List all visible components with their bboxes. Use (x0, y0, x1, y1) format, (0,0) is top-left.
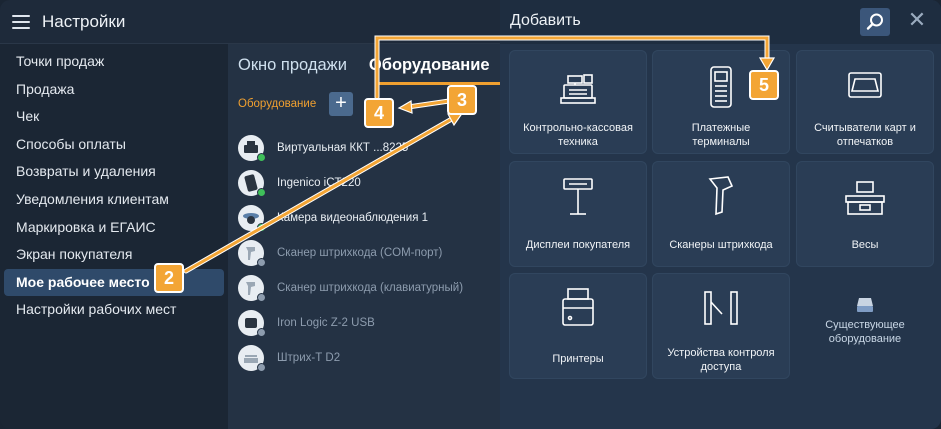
hard-drive-icon (857, 298, 873, 312)
menu-item-notifications[interactable]: Уведомления клиентам (4, 186, 224, 214)
menu-item-marking-egais[interactable]: Маркировка и ЕГАИС (4, 214, 224, 242)
workplace-tabs: Окно продажи Оборудование (238, 56, 512, 82)
menu-item-payment-methods[interactable]: Способы оплаты (4, 131, 224, 159)
equipment-list: Виртуальная ККТ ...8225 Ingenico iCT220 … (238, 130, 498, 375)
step-badge-3: 3 (447, 85, 477, 115)
list-item[interactable]: Сканер штрихкода (клавиатурный) (238, 270, 498, 305)
tile-payment-terminals[interactable]: Платежные терминалы (652, 50, 790, 154)
device-name: Виртуальная ККТ ...8225 (277, 141, 409, 154)
tile-label: Принтеры (552, 353, 604, 365)
search-icon (866, 13, 883, 30)
tile-access-control[interactable]: Устройства контроля доступа (652, 273, 790, 379)
card-reader-icon (848, 72, 882, 98)
tile-card-readers[interactable]: Считыватели карт и отпечатков (796, 50, 934, 154)
tile-customer-displays[interactable]: Дисплеи покупателя (509, 161, 647, 267)
tab-equipment[interactable]: Оборудование (369, 56, 490, 75)
device-name: Сканер штрихкода (COM-порт) (277, 246, 443, 259)
customer-display-icon (563, 178, 593, 215)
card-reader-icon (238, 309, 266, 337)
printer-icon (562, 288, 594, 326)
top-bar: Настройки (0, 0, 500, 44)
menu-item-receipt[interactable]: Чек (4, 103, 224, 131)
scale-icon (238, 344, 266, 372)
tile-printers[interactable]: Принтеры (509, 273, 647, 379)
tile-existing-equipment[interactable]: Существующее оборудование (796, 273, 934, 379)
tile-scales[interactable]: Весы (796, 161, 934, 267)
tile-label: Весы (851, 239, 879, 251)
page-title: Настройки (42, 12, 126, 31)
cash-register-icon (238, 134, 266, 162)
add-panel-title: Добавить (510, 12, 581, 29)
menu-item-workplace-settings[interactable]: Настройки рабочих мест (4, 296, 224, 324)
close-button[interactable]: ✕ (907, 9, 927, 31)
payment-terminal-icon (710, 66, 732, 108)
menu-item-customer-screen[interactable]: Экран покупателя (4, 241, 224, 269)
list-item[interactable]: Ingenico iCT220 (238, 165, 498, 200)
tile-label: Существующее оборудование (825, 319, 905, 345)
barcode-scanner-icon (708, 176, 734, 216)
search-button[interactable] (860, 8, 890, 36)
add-equipment-button[interactable]: + (329, 92, 353, 116)
device-name: Iron Logic Z-2 USB (277, 316, 375, 329)
active-tab-indicator (378, 82, 500, 85)
menu-item-sales-points[interactable]: Точки продаж (4, 48, 224, 76)
add-panel-header: Добавить ✕ (500, 0, 941, 44)
device-name: Ingenico iCT220 (277, 176, 361, 189)
step-badge-2: 2 (154, 263, 184, 293)
tile-label: Контрольно-кассовая техника (523, 122, 633, 148)
device-name: Сканер штрихкода (клавиатурный) (277, 281, 464, 294)
tile-label: Дисплеи покупателя (525, 239, 631, 251)
device-name: Камера видеонаблюдения 1 (277, 211, 429, 224)
menu-item-my-workplace[interactable]: Мое рабочее место (4, 268, 224, 297)
equipment-section-label: Оборудование (238, 98, 317, 110)
tile-cash-register[interactable]: Контрольно-кассовая техника (509, 50, 647, 154)
camera-icon (238, 204, 266, 232)
settings-sidebar: Точки продаж Продажа Чек Способы оплаты … (0, 44, 228, 429)
cash-register-icon (560, 74, 596, 104)
barcode-scanner-icon (238, 239, 266, 267)
hamburger-menu-icon[interactable] (12, 15, 30, 29)
add-equipment-panel: Добавить ✕ Контрольно-кассовая техника П… (500, 0, 941, 429)
scale-icon (845, 181, 885, 215)
step-badge-5: 5 (749, 70, 779, 100)
tile-label: Сканеры штрихкода (669, 239, 773, 251)
tile-barcode-scanners[interactable]: Сканеры штрихкода (652, 161, 790, 267)
payment-terminal-icon (238, 169, 266, 197)
list-item[interactable]: Штрих-Т D2 (238, 340, 498, 375)
list-item[interactable]: Iron Logic Z-2 USB (238, 305, 498, 340)
tile-label: Устройства контроля доступа (667, 347, 775, 373)
tile-label: Считыватели карт и отпечатков (814, 122, 916, 148)
list-item[interactable]: Виртуальная ККТ ...8225 (238, 130, 498, 165)
menu-item-returns[interactable]: Возвраты и удаления (4, 158, 224, 186)
settings-menu: Точки продаж Продажа Чек Способы оплаты … (4, 48, 224, 324)
menu-item-sale[interactable]: Продажа (4, 76, 224, 104)
step-badge-4: 4 (364, 98, 394, 128)
device-name: Штрих-Т D2 (277, 351, 341, 364)
barcode-scanner-icon (238, 274, 266, 302)
turnstile-icon (704, 291, 738, 325)
tab-sale-window[interactable]: Окно продажи (238, 56, 347, 75)
app-window: Настройки Точки продаж Продажа Чек Спосо… (0, 0, 941, 429)
list-item[interactable]: Сканер штрихкода (COM-порт) (238, 235, 498, 270)
tile-label: Платежные терминалы (691, 122, 751, 148)
list-item[interactable]: Камера видеонаблюдения 1 (238, 200, 498, 235)
